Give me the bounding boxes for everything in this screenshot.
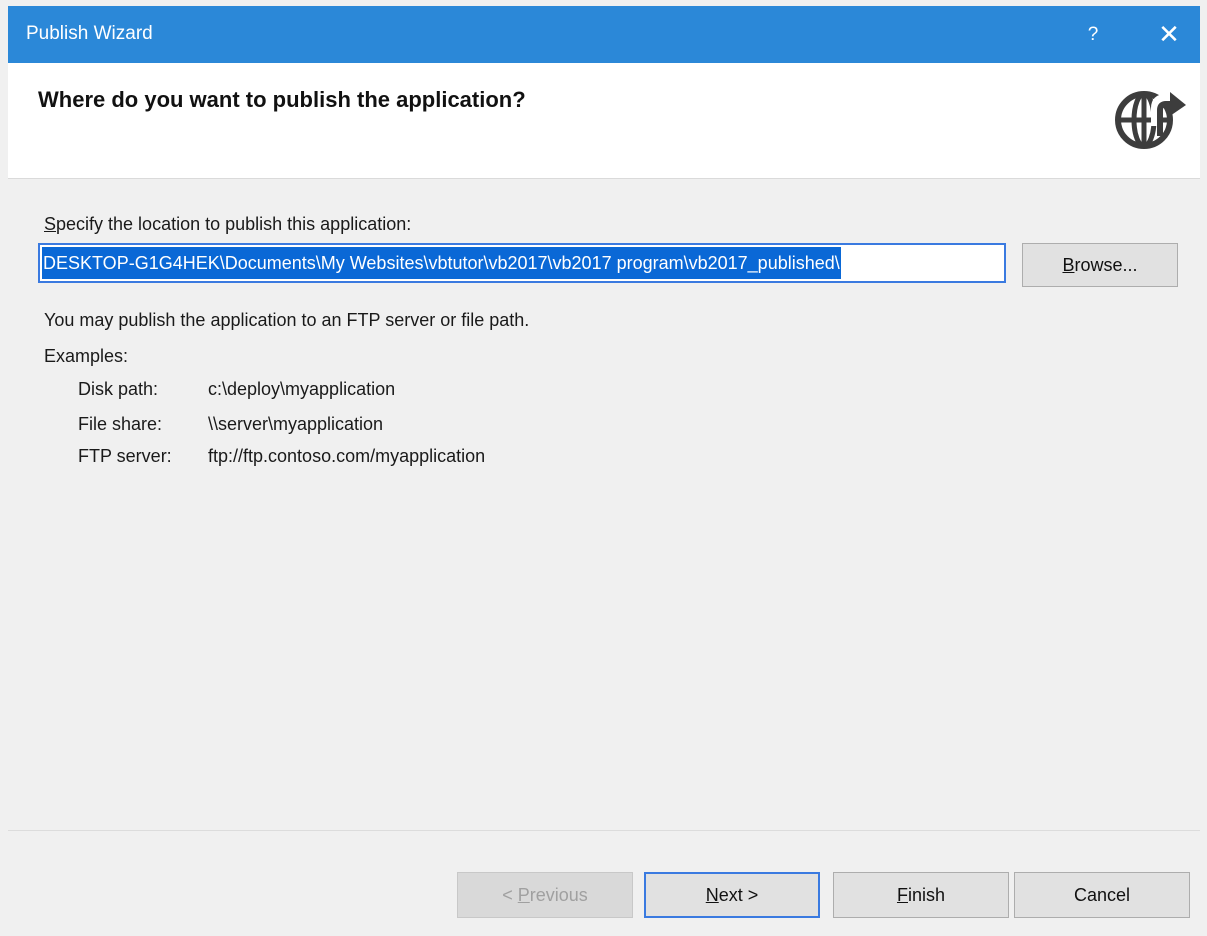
browse-button[interactable]: Browse... (1022, 243, 1178, 287)
window-title: Publish Wizard (26, 23, 153, 44)
location-label: Specify the location to publish this app… (44, 214, 412, 234)
next-button[interactable]: Next > (644, 872, 820, 918)
help-icon[interactable]: ? (1068, 6, 1118, 63)
close-icon[interactable]: ✕ (1138, 6, 1200, 63)
page-title: Where do you want to publish the applica… (38, 87, 526, 112)
publish-location-input[interactable]: DESKTOP-G1G4HEK\Documents\My Websites\vb… (38, 243, 1006, 283)
example-value-disk: c:\deploy\myapplication (208, 379, 396, 399)
cancel-button[interactable]: Cancel (1014, 872, 1190, 918)
wizard-body: Specify the location to publish this app… (8, 180, 1200, 830)
title-bar: Publish Wizard ? ✕ (8, 6, 1200, 63)
example-value-share: \\server\myapplication (208, 414, 384, 434)
example-label-share: File share: (78, 414, 163, 434)
finish-button[interactable]: Finish (833, 872, 1009, 918)
publish-location-value: DESKTOP-G1G4HEK\Documents\My Websites\vb… (42, 247, 841, 279)
publish-wizard-window: Publish Wizard ? ✕ Where do you want to … (0, 0, 1207, 936)
wizard-header: Where do you want to publish the applica… (8, 63, 1200, 179)
examples-label: Examples: (44, 346, 129, 366)
wizard-footer: < Previous Next > Finish Cancel (8, 831, 1200, 930)
example-label-ftp: FTP server: (78, 446, 172, 466)
previous-button[interactable]: < Previous (457, 872, 633, 918)
example-label-disk: Disk path: (78, 379, 159, 399)
example-value-ftp: ftp://ftp.contoso.com/myapplication (208, 446, 486, 466)
publish-note: You may publish the application to an FT… (44, 310, 530, 330)
globe-upload-icon (1115, 91, 1186, 149)
